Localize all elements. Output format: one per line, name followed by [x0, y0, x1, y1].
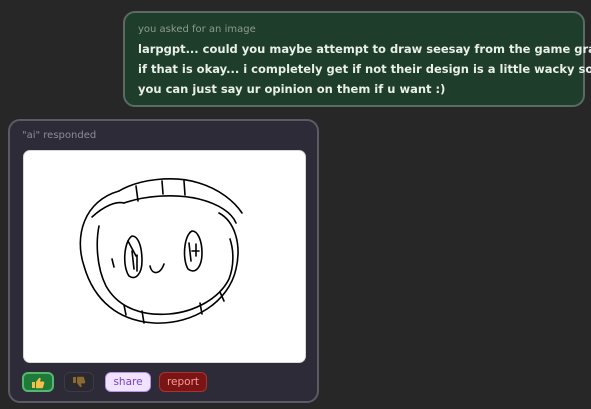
thumbs-up-icon	[32, 377, 45, 389]
user-message-line: you can just say ur opinion on them if u…	[138, 82, 446, 96]
thumbs-down-icon	[73, 376, 86, 388]
user-message-line: larpgpt... could you maybe attempt to dr…	[138, 42, 591, 56]
user-message-text: larpgpt... could you maybe attempt to dr…	[138, 39, 591, 99]
dislike-button[interactable]	[64, 372, 94, 392]
user-message-caption: you asked for an image	[138, 24, 256, 35]
share-button[interactable]: share	[105, 372, 151, 392]
doodle-face-drawing	[79, 178, 243, 324]
generated-drawing	[23, 150, 306, 363]
like-button[interactable]	[22, 372, 54, 392]
ai-response-card: "ai" responded share report	[8, 119, 319, 403]
report-button[interactable]: report	[159, 372, 207, 392]
user-message-line: if that is okay... i completely get if n…	[138, 62, 591, 76]
user-message-bubble: you asked for an image larpgpt... could …	[123, 11, 591, 107]
chat-page: you asked for an image larpgpt... could …	[0, 0, 591, 409]
ai-response-caption: "ai" responded	[22, 130, 97, 141]
